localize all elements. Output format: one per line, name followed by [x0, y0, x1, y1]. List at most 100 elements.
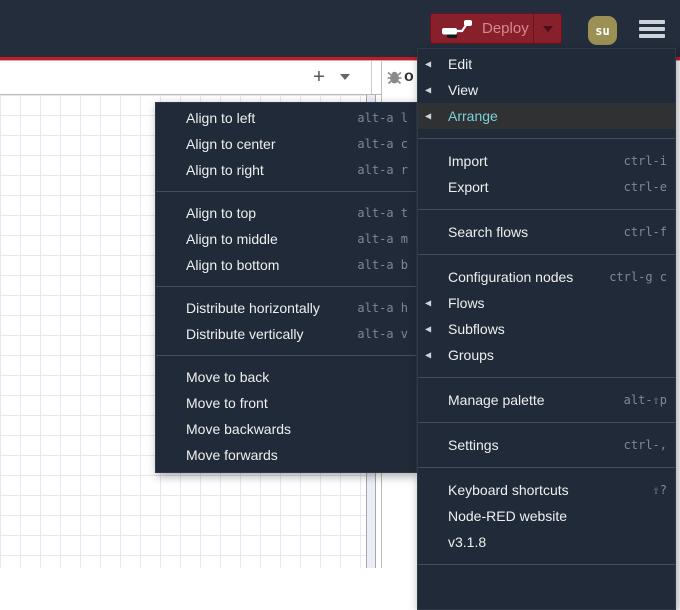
main-menu-button[interactable]	[639, 20, 665, 41]
deploy-options-button[interactable]	[533, 14, 561, 43]
menu-item-move-backwards[interactable]: Move backwards	[156, 416, 416, 442]
menu-item-view[interactable]: ◀ View	[418, 77, 675, 103]
flow-list-caret-icon[interactable]	[340, 74, 350, 80]
menu-separator	[418, 377, 675, 378]
submenu-arrow-icon: ◀	[425, 85, 432, 95]
menu-item-move-to-back[interactable]: Move to back	[156, 364, 416, 390]
menu-item-shortcut: ctrl-e	[623, 180, 667, 194]
menu-separator	[418, 209, 675, 210]
tabbar-divider	[371, 61, 372, 94]
submenu-arrow-icon: ◀	[425, 59, 432, 69]
deploy-node-icon	[442, 20, 472, 38]
menu-item-label: Align to center	[186, 136, 276, 152]
menu-item-label: Export	[448, 179, 489, 195]
menu-item-label: Subflows	[448, 321, 505, 337]
menu-separator	[418, 254, 675, 255]
menu-item-label: Align to left	[186, 110, 256, 126]
menu-item-label: Search flows	[448, 224, 529, 240]
menu-item-align-to-right[interactable]: Align to right alt-a r	[156, 157, 416, 183]
menu-item-label: Align to middle	[186, 231, 278, 247]
menu-item-node-red-website[interactable]: Node-RED website	[418, 503, 675, 529]
menu-item-label: Move forwards	[186, 447, 278, 463]
menu-item-configuration-nodes[interactable]: Configuration nodes ctrl-g c	[418, 264, 675, 290]
hamburger-icon	[639, 20, 665, 24]
menu-item-settings[interactable]: Settings ctrl-,	[418, 432, 675, 458]
submenu-arrow-icon: ◀	[425, 111, 432, 121]
menu-item-shortcut: alt-a v	[357, 327, 408, 341]
menu-item-shortcut: alt-a r	[357, 163, 408, 177]
menu-item-shortcut: ctrl-g c	[609, 270, 667, 284]
main-dropdown-menu: ◀ Edit ◀ View ◀ Arrange Import ctrl-i Export ctrl…	[417, 48, 676, 610]
menu-item-label: Import	[448, 153, 488, 169]
menu-item-label: Node-RED website	[448, 508, 568, 524]
menu-item-shortcut: ctrl-,	[623, 438, 667, 452]
menu-item-label: Manage palette	[448, 392, 545, 408]
debug-bug-icon[interactable]	[387, 69, 402, 90]
menu-item-flows[interactable]: ◀ Flows	[418, 290, 675, 316]
menu-item-label: Settings	[448, 437, 499, 453]
menu-item-label: Configuration nodes	[448, 269, 574, 285]
menu-item-label: Align to right	[186, 162, 264, 178]
menu-item-label: Move to front	[186, 395, 268, 411]
menu-item-shortcut: alt-a b	[357, 258, 408, 272]
menu-item-distribute-horizontally[interactable]: Distribute horizontally alt-a h	[156, 295, 416, 321]
menu-item-label: Move backwards	[186, 421, 292, 437]
menu-item-shortcut: ctrl-i	[623, 154, 667, 168]
submenu-arrow-icon: ◀	[425, 324, 432, 334]
menu-item-shortcut: ⇧?	[652, 483, 667, 497]
menu-item-arrange[interactable]: ◀ Arrange	[418, 103, 675, 129]
menu-item-label: v3.1.8	[448, 534, 487, 550]
menu-item-align-to-middle[interactable]: Align to middle alt-a m	[156, 226, 416, 252]
menu-item-distribute-vertically[interactable]: Distribute vertically alt-a v	[156, 321, 416, 347]
menu-separator	[418, 138, 675, 139]
menu-item-keyboard-shortcuts[interactable]: Keyboard shortcuts ⇧?	[418, 477, 675, 503]
menu-item-import[interactable]: Import ctrl-i	[418, 148, 675, 174]
user-avatar[interactable]: su	[588, 16, 617, 45]
menu-item-align-to-top[interactable]: Align to top alt-a t	[156, 200, 416, 226]
menu-item-label: Groups	[448, 347, 494, 363]
arrange-submenu: Align to left alt-a l Align to center alt-a…	[155, 102, 417, 473]
menu-item-shortcut: alt-a t	[357, 206, 408, 220]
menu-item-label: Keyboard shortcuts	[448, 482, 569, 498]
deploy-caret-icon	[542, 25, 553, 32]
menu-item-subflows[interactable]: ◀ Subflows	[418, 316, 675, 342]
menu-item-label: Distribute vertically	[186, 326, 304, 342]
menu-item-align-to-bottom[interactable]: Align to bottom alt-a b	[156, 252, 416, 278]
menu-separator	[156, 355, 416, 356]
menu-item-label: Distribute horizontally	[186, 300, 320, 316]
menu-item-search-flows[interactable]: Search flows ctrl-f	[418, 219, 675, 245]
menu-item-label: Edit	[448, 56, 473, 72]
menu-separator	[418, 422, 675, 423]
menu-item-shortcut: ctrl-f	[623, 225, 667, 239]
sidebar-clipped-text: o	[404, 68, 414, 85]
menu-item-edit[interactable]: ◀ Edit	[418, 51, 675, 77]
submenu-arrow-icon: ◀	[425, 350, 432, 360]
menu-item-export[interactable]: Export ctrl-e	[418, 174, 675, 200]
menu-separator	[418, 467, 675, 468]
menu-item-label: Arrange	[448, 108, 498, 124]
menu-item-align-to-left[interactable]: Align to left alt-a l	[156, 105, 416, 131]
deploy-button[interactable]: Deploy	[430, 13, 562, 44]
menu-separator	[156, 286, 416, 287]
add-flow-button[interactable]: +	[306, 63, 332, 91]
menu-item-label: Align to top	[186, 205, 257, 221]
submenu-arrow-icon: ◀	[425, 298, 432, 308]
menu-item-v3-1-8[interactable]: v3.1.8	[418, 529, 675, 555]
menu-item-shortcut: alt-⇧p	[623, 393, 667, 407]
menu-item-shortcut: alt-a c	[357, 137, 408, 151]
menu-item-shortcut: alt-a l	[357, 111, 408, 125]
menu-item-groups[interactable]: ◀ Groups	[418, 342, 675, 368]
deploy-button-label: Deploy	[482, 20, 529, 37]
menu-item-label: View	[448, 82, 479, 98]
menu-item-align-to-center[interactable]: Align to center alt-a c	[156, 131, 416, 157]
menu-separator	[156, 191, 416, 192]
menu-item-shortcut: alt-a m	[357, 232, 408, 246]
menu-item-move-forwards[interactable]: Move forwards	[156, 442, 416, 468]
menu-separator	[418, 564, 675, 565]
menu-item-label: Flows	[448, 295, 485, 311]
menu-item-manage-palette[interactable]: Manage palette alt-⇧p	[418, 387, 675, 413]
menu-item-shortcut: alt-a h	[357, 301, 408, 315]
menu-item-label: Align to bottom	[186, 257, 280, 273]
menu-item-label: Move to back	[186, 369, 270, 385]
menu-item-move-to-front[interactable]: Move to front	[156, 390, 416, 416]
